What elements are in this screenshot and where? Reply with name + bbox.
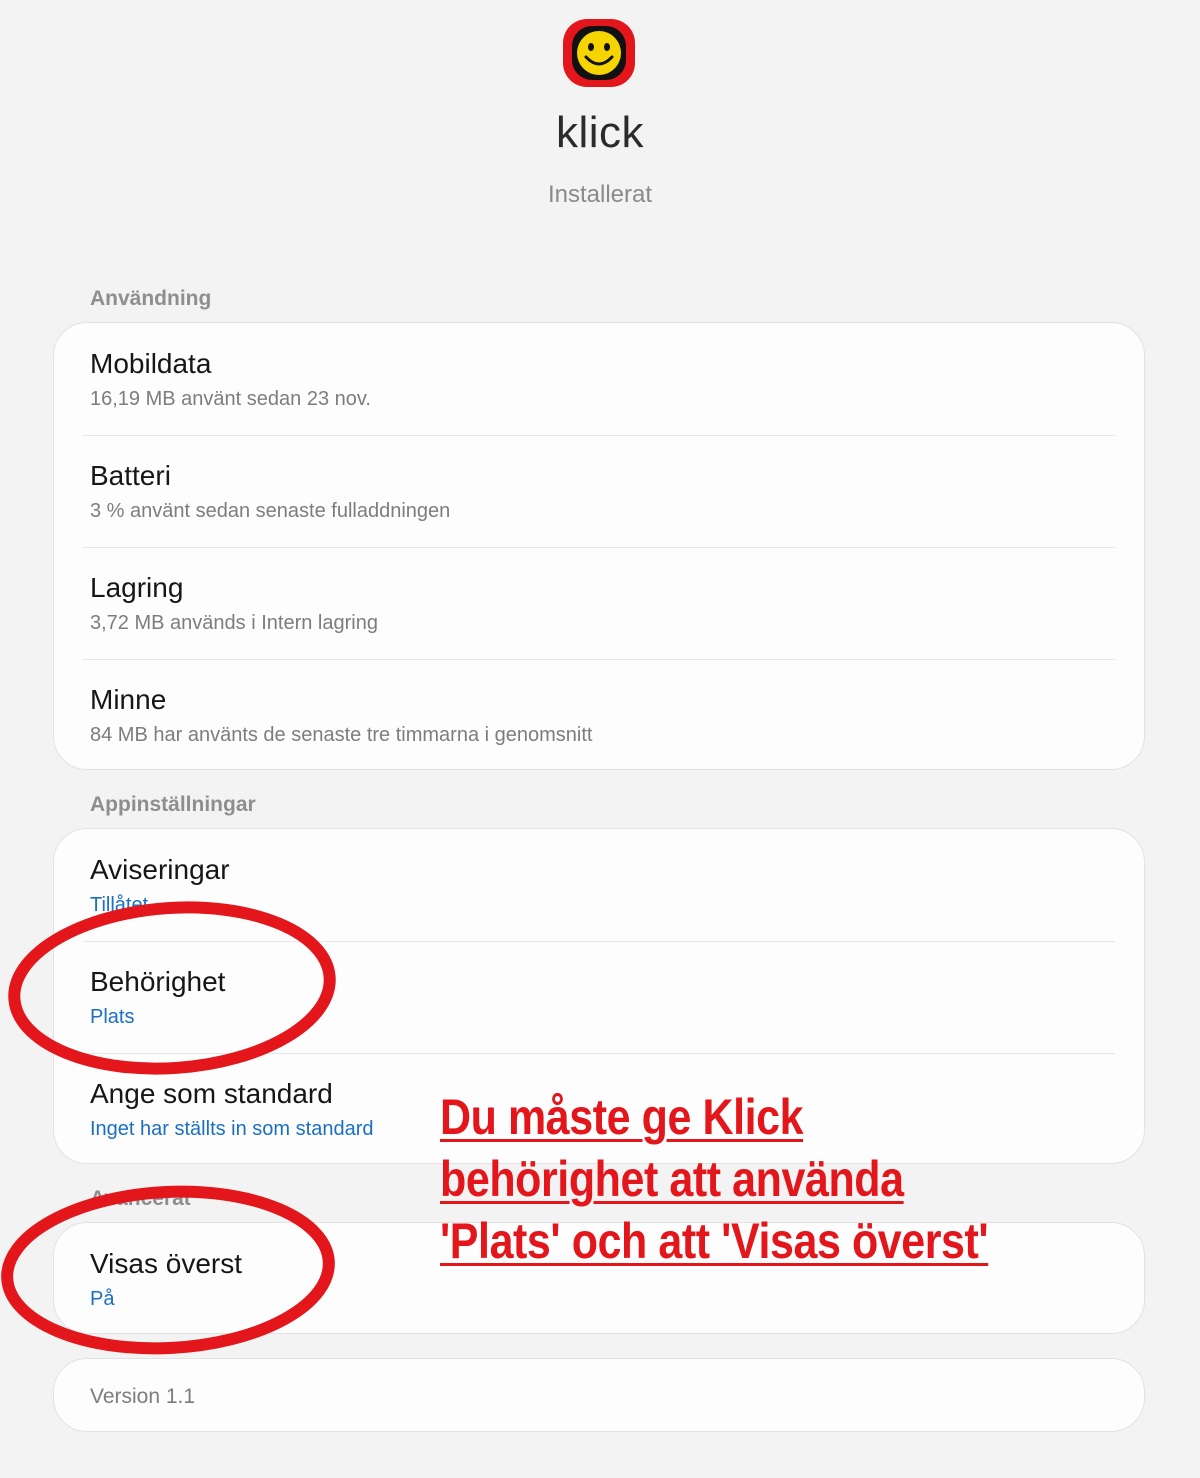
annotation-instruction-text: Du måste ge Klick behörighet att använda… xyxy=(440,1086,1059,1272)
annotation-line: behörighet att använda xyxy=(440,1151,904,1207)
row-subtitle: 3,72 MB används i Intern lagring xyxy=(90,612,378,634)
section-label-app-settings: Appinställningar xyxy=(90,793,256,816)
settings-row-notifications[interactable]: Aviseringar Tillåtet xyxy=(54,829,1144,941)
settings-row-permissions[interactable]: Behörighet Plats xyxy=(54,941,1144,1053)
annotation-line: Du måste ge Klick xyxy=(440,1089,804,1145)
settings-row-memory[interactable]: Minne 84 MB har använts de senaste tre t… xyxy=(54,659,1144,771)
row-title: Mobildata xyxy=(90,348,212,379)
usage-card: Mobildata 16,19 MB använt sedan 23 nov. … xyxy=(53,322,1145,770)
version-card: Version 1.1 xyxy=(53,1358,1145,1432)
section-label-advanced: Avancerat xyxy=(90,1187,191,1210)
section-label-usage: Användning xyxy=(90,287,212,310)
settings-row-mobile-data[interactable]: Mobildata 16,19 MB använt sedan 23 nov. xyxy=(54,323,1144,435)
row-title: Behörighet xyxy=(90,966,226,997)
app-header: klick Installerat xyxy=(0,0,1200,230)
row-title: Lagring xyxy=(90,572,184,603)
row-subtitle: På xyxy=(90,1288,115,1310)
row-title: Aviseringar xyxy=(90,854,230,885)
settings-row-battery[interactable]: Batteri 3 % använt sedan senaste fulladd… xyxy=(54,435,1144,547)
row-subtitle: Tillåtet xyxy=(90,894,149,916)
settings-row-storage[interactable]: Lagring 3,72 MB används i Intern lagring xyxy=(54,547,1144,659)
row-title: Minne xyxy=(90,684,167,715)
row-subtitle: 84 MB har använts de senaste tre timmarn… xyxy=(90,724,593,746)
row-title: Visas överst xyxy=(90,1248,242,1279)
row-title: Ange som standard xyxy=(90,1078,333,1109)
app-install-status: Installerat xyxy=(547,181,653,208)
row-subtitle: Plats xyxy=(90,1006,135,1028)
row-subtitle: Inget har ställts in som standard xyxy=(90,1118,374,1140)
app-name: klick xyxy=(555,108,645,157)
row-subtitle: 16,19 MB använt sedan 23 nov. xyxy=(90,388,371,410)
annotation-line: 'Plats' och att 'Visas överst' xyxy=(440,1213,989,1269)
app-version: Version 1.1 xyxy=(90,1385,196,1408)
smiley-face-icon xyxy=(563,19,635,87)
row-subtitle: 3 % använt sedan senaste fulladdningen xyxy=(90,500,451,522)
row-title: Batteri xyxy=(90,460,171,491)
